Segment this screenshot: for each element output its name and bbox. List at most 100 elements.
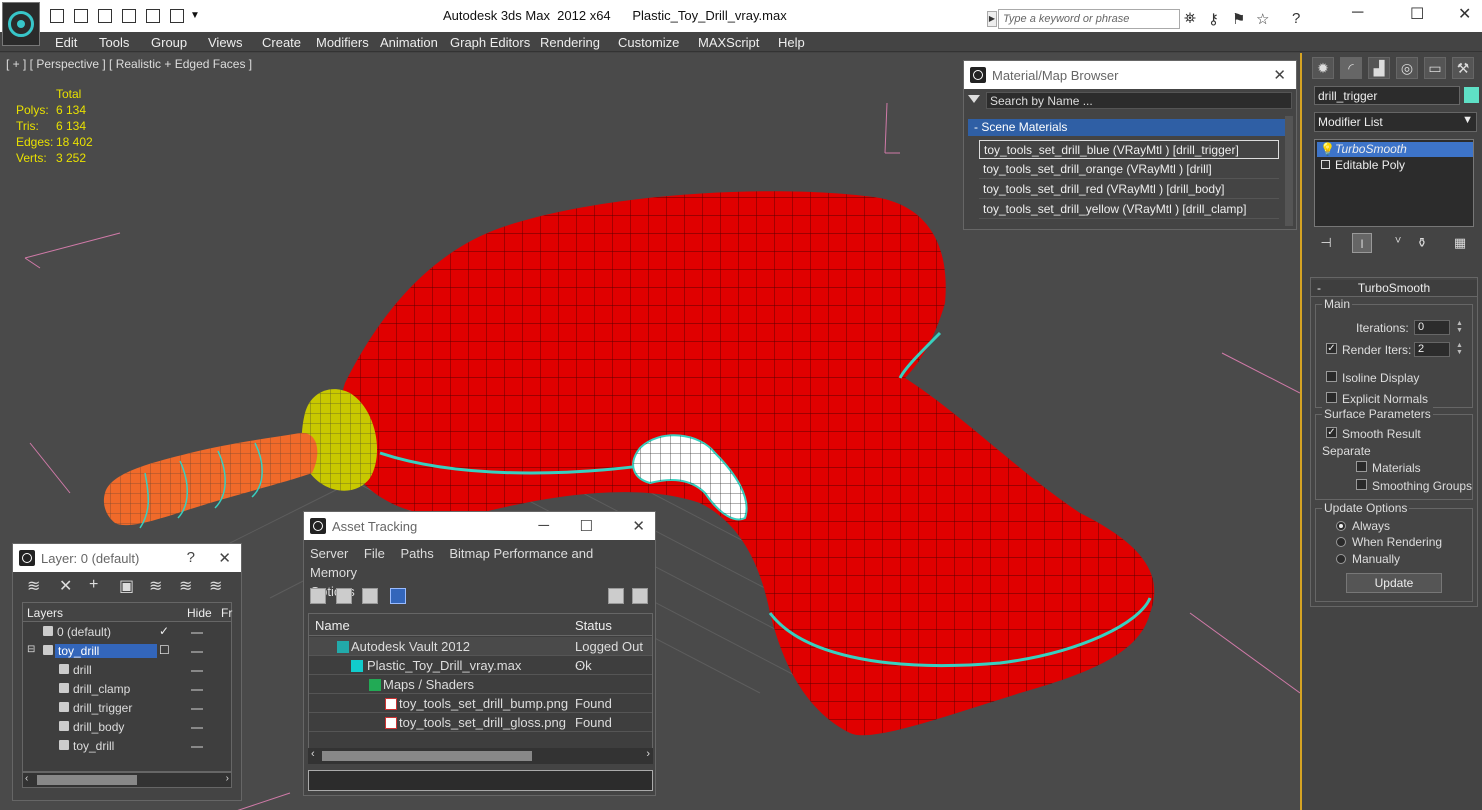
minimize-icon[interactable]: ─	[1352, 4, 1363, 22]
menu-modifiers[interactable]: Modifiers	[316, 35, 369, 50]
menu-edit[interactable]: Edit	[55, 35, 77, 50]
collapse-toggle[interactable]: -	[1317, 280, 1321, 297]
col-status[interactable]: Status	[575, 618, 612, 633]
lightbulb-icon[interactable]: 💡	[1320, 142, 1335, 156]
collapse-icon[interactable]: ⊟	[27, 644, 35, 655]
scroll-left-icon[interactable]: ‹	[311, 748, 315, 760]
menu-server[interactable]: Server	[310, 546, 348, 561]
modifier-list-dropdown[interactable]: Modifier List ▼	[1314, 112, 1477, 132]
maximize-icon[interactable]: ☐	[1410, 4, 1424, 24]
pin-stack-icon[interactable]: ⊣	[1316, 233, 1336, 253]
material-item[interactable]: toy_tools_set_drill_blue (VRayMtl ) [dri…	[979, 140, 1279, 159]
render-iters-spinner[interactable]: 2	[1414, 342, 1450, 357]
menu-bitmap-performance[interactable]: Bitmap Performance and Memory	[310, 546, 593, 580]
viewport-label[interactable]: [ + ] [ Perspective ] [ Realistic + Edge…	[6, 57, 252, 71]
explicit-normals-checkbox[interactable]	[1326, 392, 1337, 403]
help-icon[interactable]: ?	[187, 549, 195, 566]
close-icon[interactable]: ✕	[1273, 66, 1286, 84]
binoculars-icon[interactable]: ⛯	[1184, 10, 1196, 27]
asset-row[interactable]: toy_tools_set_drill_gloss.png Found	[309, 713, 652, 732]
favorites-star-icon[interactable]: ☆	[1256, 10, 1269, 28]
hide-toggle[interactable]	[191, 708, 203, 710]
help-icon[interactable]	[608, 588, 624, 604]
menu-file[interactable]: File	[364, 546, 385, 561]
search-expand-icon[interactable]: ▶	[987, 11, 997, 27]
subscription-icon[interactable]: ⚷	[1208, 10, 1219, 28]
menu-rendering[interactable]: Rendering	[540, 35, 600, 50]
material-item[interactable]: toy_tools_set_drill_red (VRayMtl ) [dril…	[979, 180, 1279, 199]
quick-access-dropdown-icon[interactable]: ▼	[190, 9, 202, 23]
iterations-spinner[interactable]: 0	[1414, 320, 1450, 335]
set-current-icon[interactable]: ☐	[159, 643, 170, 657]
hide-toggle[interactable]	[191, 651, 203, 653]
hide-toggle[interactable]	[191, 689, 203, 691]
motion-tab-icon[interactable]: ◎	[1396, 57, 1418, 79]
utilities-tab-icon[interactable]: ⚒	[1452, 57, 1474, 79]
close-icon[interactable]: ✕	[1458, 4, 1471, 24]
scroll-thumb[interactable]	[37, 775, 137, 785]
spinner-arrows-icon[interactable]: ▲ ▼	[1456, 342, 1464, 357]
asset-row[interactable]: Autodesk Vault 2012 Logged Out ...	[309, 637, 652, 669]
minimize-icon[interactable]: ─	[538, 517, 549, 534]
scroll-right-icon[interactable]: ›	[646, 748, 650, 760]
select-objects-icon[interactable]: ▣	[119, 576, 134, 596]
layer-manager-titlebar[interactable]: Layer: 0 (default) ? ✕	[13, 544, 241, 572]
hierarchy-tab-icon[interactable]: ▟	[1368, 57, 1390, 79]
material-item[interactable]: toy_tools_set_drill_orange (VRayMtl ) [d…	[979, 160, 1279, 179]
modify-tab-icon[interactable]: ◜	[1340, 57, 1362, 79]
menu-help[interactable]: Help	[778, 35, 805, 50]
freeze-all-icon[interactable]: ≋	[209, 576, 222, 596]
menu-customize[interactable]: Customize	[618, 35, 679, 50]
scroll-right-icon[interactable]: ›	[226, 773, 229, 784]
layer-object-row[interactable]: toy_drill	[23, 737, 231, 756]
highlight-selected-icon[interactable]: ≋	[149, 576, 162, 596]
highlight-icon[interactable]	[632, 588, 648, 604]
expand-icon[interactable]	[1321, 160, 1330, 169]
col-name[interactable]: Name	[315, 618, 350, 633]
object-name-field[interactable]: drill_trigger	[1314, 86, 1460, 105]
redo-icon[interactable]	[146, 9, 160, 23]
asset-row[interactable]: Plastic_Toy_Drill_vray.max Ok	[309, 656, 652, 675]
menu-maxscript[interactable]: MAXScript	[698, 35, 759, 50]
always-radio[interactable]	[1336, 521, 1346, 531]
menu-group[interactable]: Group	[151, 35, 187, 50]
rollout-header[interactable]: - TurboSmooth	[1311, 280, 1477, 297]
thumbnail-view-icon[interactable]	[362, 588, 378, 604]
refresh-icon[interactable]	[310, 588, 326, 604]
list-view-icon[interactable]	[336, 588, 352, 604]
menu-animation[interactable]: Animation	[380, 35, 438, 50]
asset-tracking-titlebar[interactable]: Asset Tracking ─ ☐ ✕	[304, 512, 655, 540]
make-unique-icon[interactable]: ⱽ	[1388, 233, 1408, 253]
delete-layer-icon[interactable]: ✕	[59, 576, 72, 596]
table-view-icon[interactable]	[390, 588, 406, 604]
close-icon[interactable]: ✕	[632, 517, 645, 535]
material-browser-titlebar[interactable]: Material/Map Browser ✕	[964, 61, 1296, 89]
create-layer-icon[interactable]: ≋	[27, 576, 40, 596]
stack-item-turbosmooth[interactable]: 💡 TurboSmooth	[1317, 142, 1473, 157]
material-search-input[interactable]: Search by Name ...	[986, 92, 1292, 109]
material-browser-scrollbar[interactable]	[1285, 116, 1293, 226]
collapse-toggle[interactable]: -	[974, 120, 978, 134]
hide-toggle[interactable]	[191, 746, 203, 748]
create-tab-icon[interactable]: ✹	[1312, 57, 1334, 79]
hide-toggle[interactable]	[191, 632, 203, 634]
when-rendering-radio[interactable]	[1336, 537, 1346, 547]
active-layer-check-icon[interactable]: ✓	[159, 624, 169, 638]
close-icon[interactable]: ✕	[218, 549, 231, 567]
material-item[interactable]: toy_tools_set_drill_yellow (VRayMtl ) [d…	[979, 200, 1279, 219]
smooth-result-checkbox[interactable]: ✓	[1326, 427, 1337, 438]
asset-path-field[interactable]	[308, 770, 653, 791]
layer-horizontal-scrollbar[interactable]: ‹ ›	[22, 772, 232, 788]
object-color-swatch[interactable]	[1464, 87, 1479, 103]
save-file-icon[interactable]	[98, 9, 112, 23]
col-layers[interactable]: Layers	[27, 606, 63, 620]
layer-object-row[interactable]: drill	[23, 661, 231, 680]
app-menu-button[interactable]	[2, 2, 40, 46]
undo-icon[interactable]	[122, 9, 136, 23]
layer-object-row[interactable]: drill_trigger	[23, 699, 231, 718]
asset-row[interactable]: Maps / Shaders	[309, 675, 652, 694]
add-to-layer-icon[interactable]: +	[89, 576, 98, 594]
communication-center-icon[interactable]: ⚑	[1232, 10, 1245, 28]
menu-graph-editors[interactable]: Graph Editors	[450, 35, 530, 50]
stack-item-editable-poly[interactable]: Editable Poly	[1317, 158, 1473, 173]
